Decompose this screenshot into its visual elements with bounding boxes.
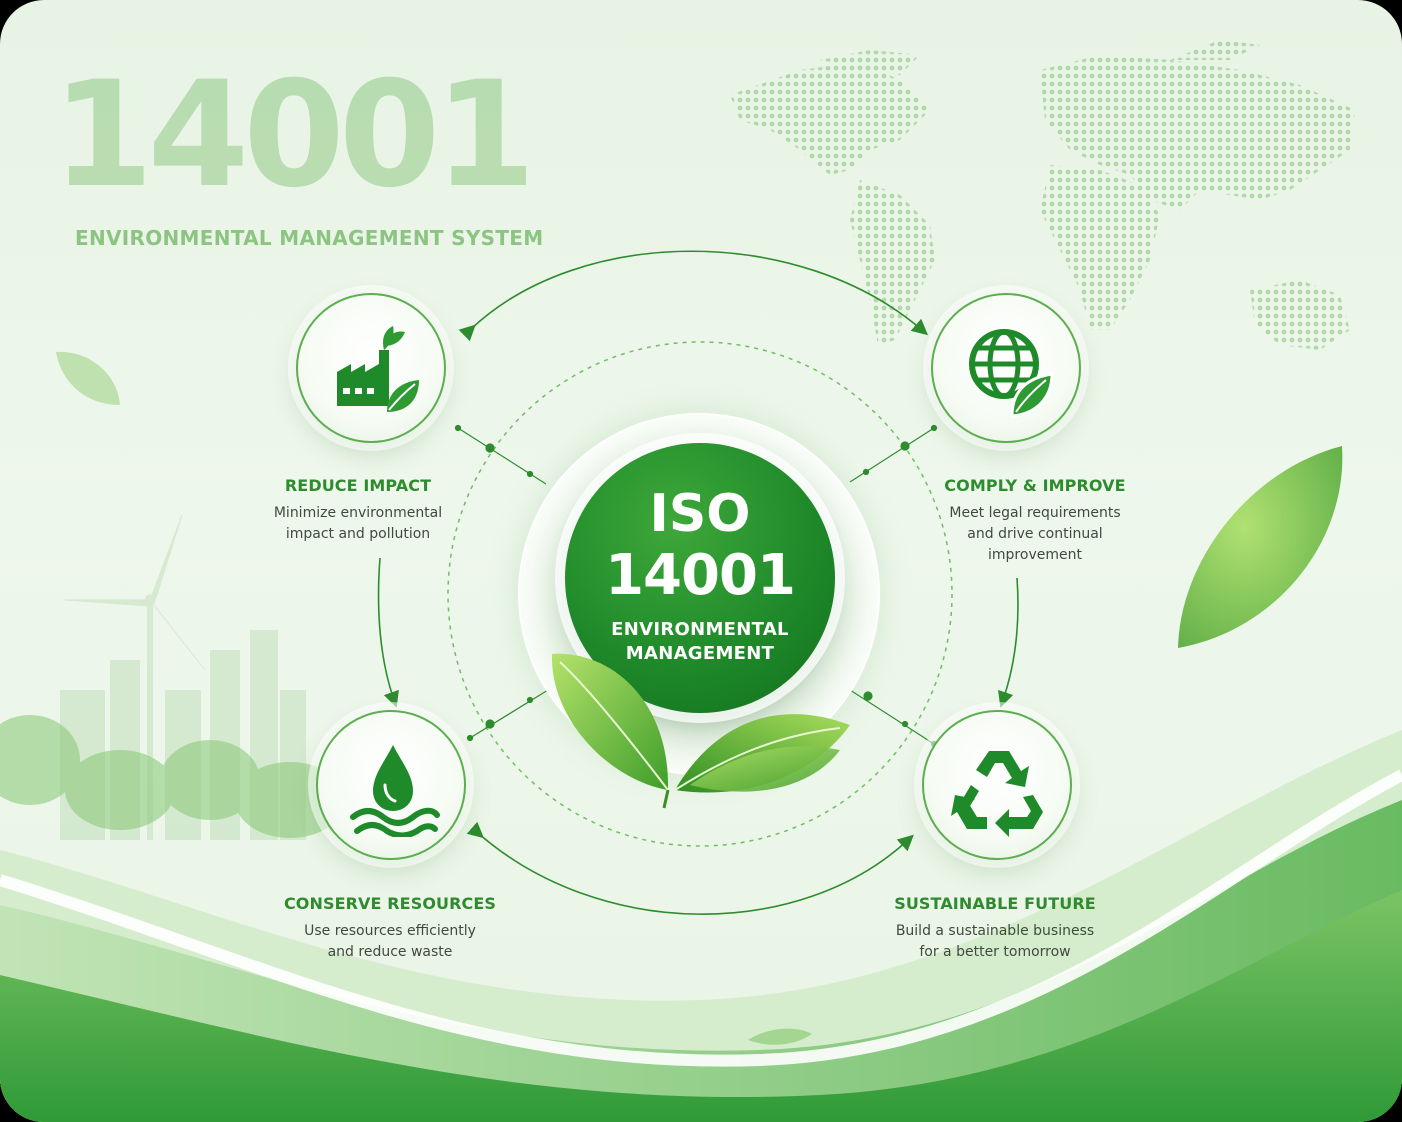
center-subtitle-line: ENVIRONMENTAL [611, 619, 789, 640]
node-desc-line: Use resources efficiently [304, 923, 476, 939]
label-conserve-resources: CONSERVE RESOURCES Use resources efficie… [260, 894, 520, 963]
water-drop-icon [350, 745, 440, 837]
floating-leaf-icon [56, 351, 120, 405]
infographic-card: 14001 ENVIRONMENTAL MANAGEMENT SYSTEM IS… [0, 0, 1402, 1122]
label-sustainable-future: SUSTAINABLE FUTURE Build a sustainable b… [865, 894, 1125, 963]
node-desc-line: Build a sustainable business [895, 923, 1095, 939]
label-reduce-impact: REDUCE IMPACT Minimize environmental imp… [228, 476, 488, 545]
arrow-bottom [466, 821, 914, 915]
node-title: COMPLY & IMPROVE [944, 476, 1126, 495]
node-title: REDUCE IMPACT [284, 476, 432, 495]
node-reduce-impact [296, 293, 446, 443]
node-desc-line: Meet legal requirements [949, 505, 1121, 521]
factory-leaf-icon [337, 326, 419, 412]
node-sustainable-future [922, 710, 1072, 860]
node-conserve-resources [316, 710, 466, 860]
arrow-top [458, 250, 929, 342]
arrow-right [998, 577, 1019, 708]
node-desc-line: Minimize environmental [273, 505, 443, 521]
node-title: CONSERVE RESOURCES [283, 894, 497, 913]
recycle-icon [951, 751, 1043, 837]
center-title-number: 14001 [605, 543, 796, 608]
hero-subtitle: ENVIRONMENTAL MANAGEMENT SYSTEM [75, 226, 544, 250]
center-leaves-icon [551, 653, 850, 809]
node-desc-line: impact and pollution [285, 526, 431, 542]
node-desc-line: and drive continual [967, 526, 1103, 542]
node-desc-line: for a better tomorrow [919, 944, 1071, 960]
arrow-left [377, 557, 399, 708]
node-comply-improve [931, 293, 1081, 443]
node-title: SUSTAINABLE FUTURE [894, 894, 1096, 913]
floating-leaf-icon [1178, 446, 1343, 648]
globe-leaf-icon [969, 329, 1054, 418]
center-title-iso: ISO [649, 484, 751, 544]
node-desc-line: and reduce waste [327, 944, 453, 960]
hero-number: 14001 [52, 50, 536, 220]
node-desc-line: improvement [988, 547, 1082, 563]
label-comply-improve: COMPLY & IMPROVE Meet legal requirements… [905, 476, 1165, 566]
